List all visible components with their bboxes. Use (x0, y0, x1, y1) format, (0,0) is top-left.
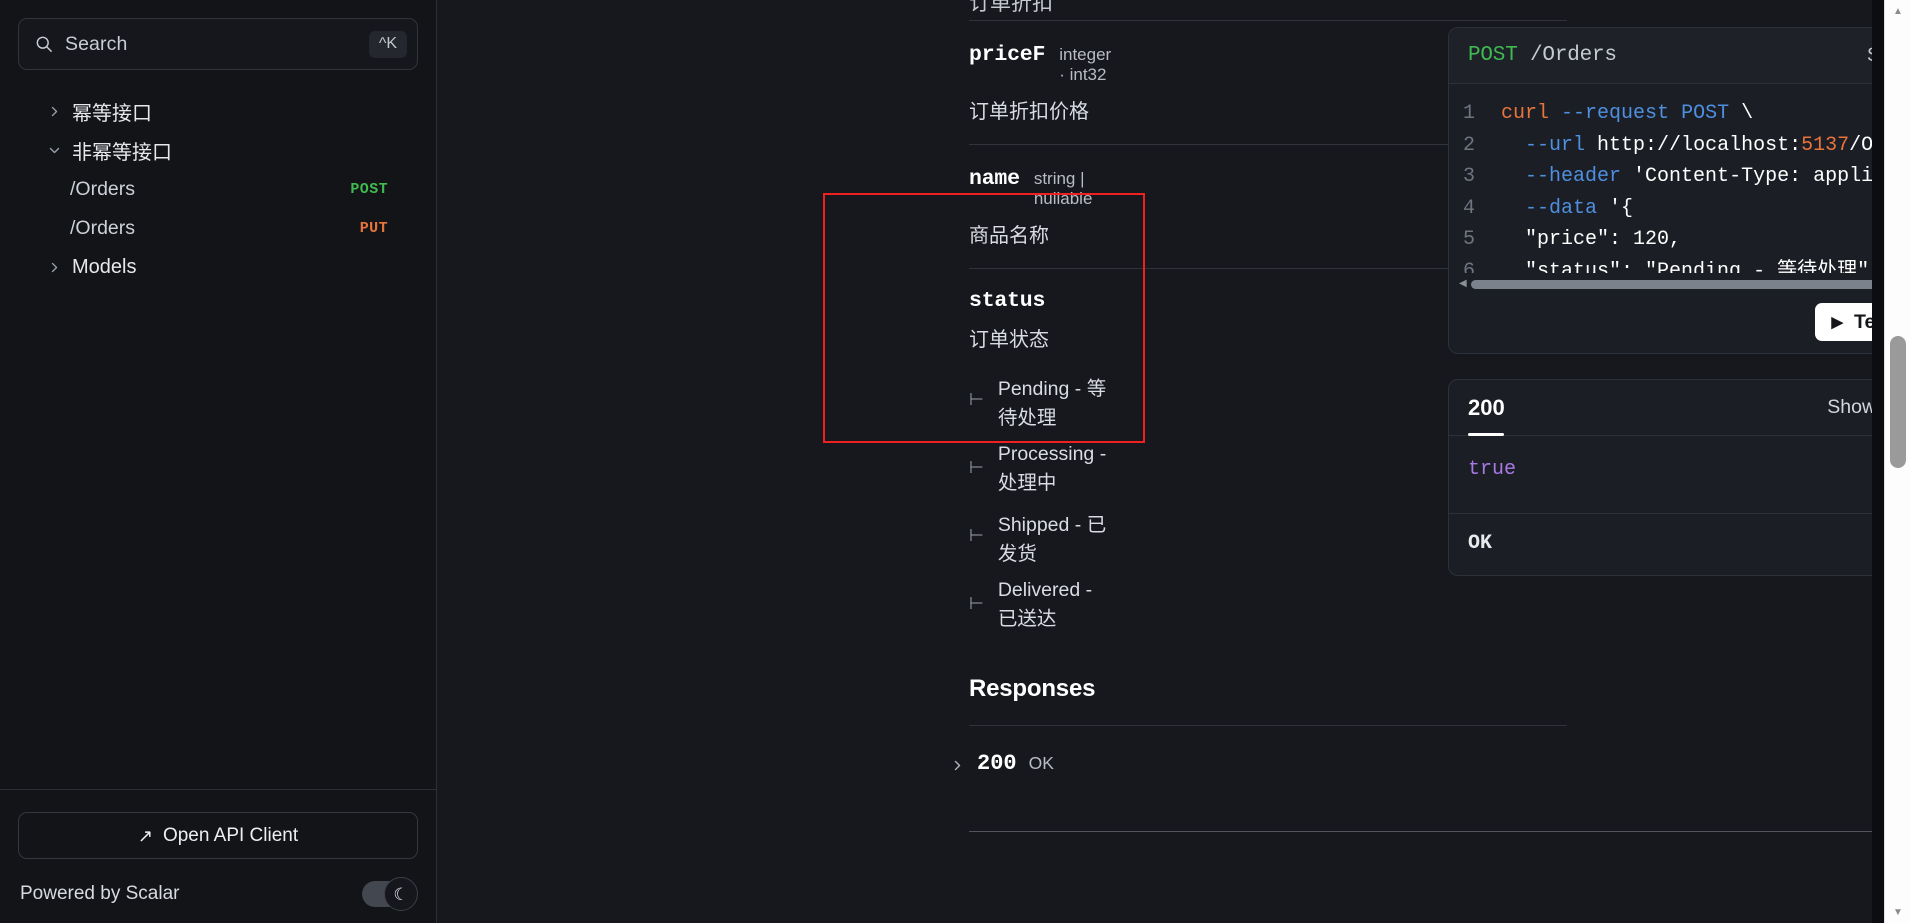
sidebar-item-label: 幂等接口 (72, 97, 152, 126)
field-name: name (969, 167, 1020, 191)
toggle-knob: ☾ (384, 877, 418, 911)
code-horizontal-scrollbar[interactable]: ◀ ▶ (1459, 277, 1910, 291)
open-api-client-label: Open API Client (163, 825, 298, 847)
schema-field-status: status 订单状态 ⊢ Pending - 等待处理 ⊢ Processin… (437, 269, 1107, 641)
chevron-right-icon (46, 104, 62, 120)
sidebar-item-orders-put[interactable]: /Orders PUT (36, 209, 400, 248)
http-method-badge: POST (350, 181, 400, 198)
response-card-header: 200 Show Schema (1449, 380, 1910, 436)
response-body: true (1449, 436, 1910, 514)
enum-branch-icon: ⊢ (969, 529, 984, 546)
enum-item: ⊢ Processing - 处理中 (969, 443, 1107, 495)
sidebar-item-orders-post[interactable]: /Orders POST (36, 170, 400, 209)
field-description: 商品名称 (969, 219, 1107, 248)
sidebar-item-idempotent-group[interactable]: 幂等接口 (36, 92, 400, 131)
code-block[interactable]: 1 curl --request POST \ 2 --url http://l… (1449, 84, 1910, 273)
endpoint-method: POST (1468, 44, 1518, 67)
enum-branch-icon: ⊢ (969, 393, 984, 410)
code-content: 1 curl --request POST \ 2 --url http://l… (1449, 98, 1910, 273)
window-scrollbar[interactable]: ▲ ▼ (1884, 0, 1910, 923)
sidebar-footer: ↗ Open API Client Powered by Scalar ☾ (0, 789, 436, 923)
sidebar-nav: 幂等接口 非幂等接口 /Orders POST /Orders (18, 92, 418, 287)
request-card-footer: ▶ Test Request (1449, 291, 1910, 353)
response-example-card: 200 Show Schema true OK (1448, 379, 1910, 576)
response-row-200[interactable]: 200 OK (437, 751, 1107, 776)
moon-icon: ☾ (393, 886, 408, 903)
dark-mode-toggle[interactable]: ☾ (362, 881, 414, 907)
endpoint-label: POST /Orders (1468, 44, 1617, 67)
sidebar-item-models[interactable]: Models (36, 248, 400, 287)
field-type: integer · int32 (1059, 45, 1111, 85)
enum-item: ⊢ Shipped - 已发货 (969, 508, 1107, 566)
schema-fields-column: 订单折扣 priceF integer · int32 订单折扣价格 (437, 0, 1107, 776)
search-input[interactable]: Search ^K (18, 18, 418, 70)
scalar-api-reference-app: Search ^K 幂等接口 (0, 0, 1910, 923)
right-panel: POST /Orders Shell cURL 1 curl --request… (1448, 0, 1910, 576)
request-card-header: POST /Orders Shell cURL (1449, 28, 1910, 84)
field-description: 订单折扣价格 (969, 95, 1107, 124)
response-status-tab[interactable]: 200 (1468, 395, 1505, 421)
search-shortcut-badge: ^K (369, 31, 407, 58)
open-api-client-button[interactable]: ↗ Open API Client (18, 812, 418, 859)
enum-values-list: ⊢ Pending - 等待处理 ⊢ Processing - 处理中 ⊢ Sh… (969, 372, 1107, 631)
schema-field-priceF: priceF integer · int32 订单折扣价格 (437, 21, 1107, 144)
powered-by-label: Powered by Scalar (20, 883, 179, 905)
response-status-code: 200 (977, 751, 1017, 776)
endpoint-path: /Orders (1530, 44, 1617, 67)
field-description: 订单状态 (969, 323, 1107, 352)
play-icon: ▶ (1831, 315, 1843, 330)
scroll-thumb[interactable] (1471, 280, 1910, 289)
chevron-down-icon (46, 143, 62, 159)
enum-item: ⊢ Pending - 等待处理 (969, 372, 1107, 430)
sidebar-footer-row: Powered by Scalar ☾ (18, 881, 418, 907)
search-icon (35, 35, 53, 53)
http-method-badge: PUT (360, 220, 400, 237)
field-name: priceF (969, 43, 1045, 67)
cut-off-description: 订单折扣 (969, 0, 1053, 17)
active-tab-indicator (1468, 433, 1504, 436)
schema-field-name: name string | nullable 商品名称 (437, 145, 1107, 268)
search-placeholder: Search (65, 33, 357, 56)
scroll-up-icon[interactable]: ▲ (1885, 0, 1910, 22)
page-right-edge (1872, 0, 1884, 923)
sidebar-item-non-idempotent-group[interactable]: 非幂等接口 (36, 131, 400, 170)
enum-value: Shipped - 已发货 (998, 508, 1107, 566)
main-content: 订单折扣 priceF integer · int32 订单折扣价格 (437, 0, 1910, 923)
scroll-track[interactable] (1471, 280, 1910, 289)
sidebar-item-label: /Orders (70, 217, 135, 240)
enum-value: Delivered - 已送达 (998, 579, 1107, 631)
sidebar-item-label: Models (72, 256, 136, 279)
sidebar-item-label: 非幂等接口 (72, 136, 172, 165)
section-divider (969, 831, 1910, 832)
window-scrollbar-thumb[interactable] (1890, 336, 1906, 468)
chevron-right-icon (46, 260, 62, 276)
sidebar-item-label: /Orders (70, 178, 135, 201)
scroll-left-icon[interactable]: ◀ (1459, 279, 1467, 289)
sidebar-top: Search ^K 幂等接口 (0, 0, 436, 287)
scroll-down-icon[interactable]: ▼ (1885, 901, 1910, 923)
response-footer: OK (1449, 514, 1910, 575)
field-type: string | nullable (1034, 169, 1107, 209)
enum-value: Processing - 处理中 (998, 443, 1107, 495)
page-title-responses: Responses (437, 675, 1107, 703)
enum-branch-icon: ⊢ (969, 597, 984, 614)
field-name: status (969, 289, 1045, 313)
request-example-card: POST /Orders Shell cURL 1 curl --request… (1448, 27, 1910, 354)
response-body-value: true (1468, 458, 1516, 481)
enum-value: Pending - 等待处理 (998, 372, 1107, 430)
response-footer-text: OK (1468, 532, 1492, 555)
response-status-text: OK (1029, 753, 1054, 774)
sidebar: Search ^K 幂等接口 (0, 0, 437, 923)
arrow-up-right-icon: ↗ (138, 827, 153, 845)
chevron-right-icon (949, 759, 965, 772)
enum-item: ⊢ Delivered - 已送达 (969, 579, 1107, 631)
enum-branch-icon: ⊢ (969, 461, 984, 478)
